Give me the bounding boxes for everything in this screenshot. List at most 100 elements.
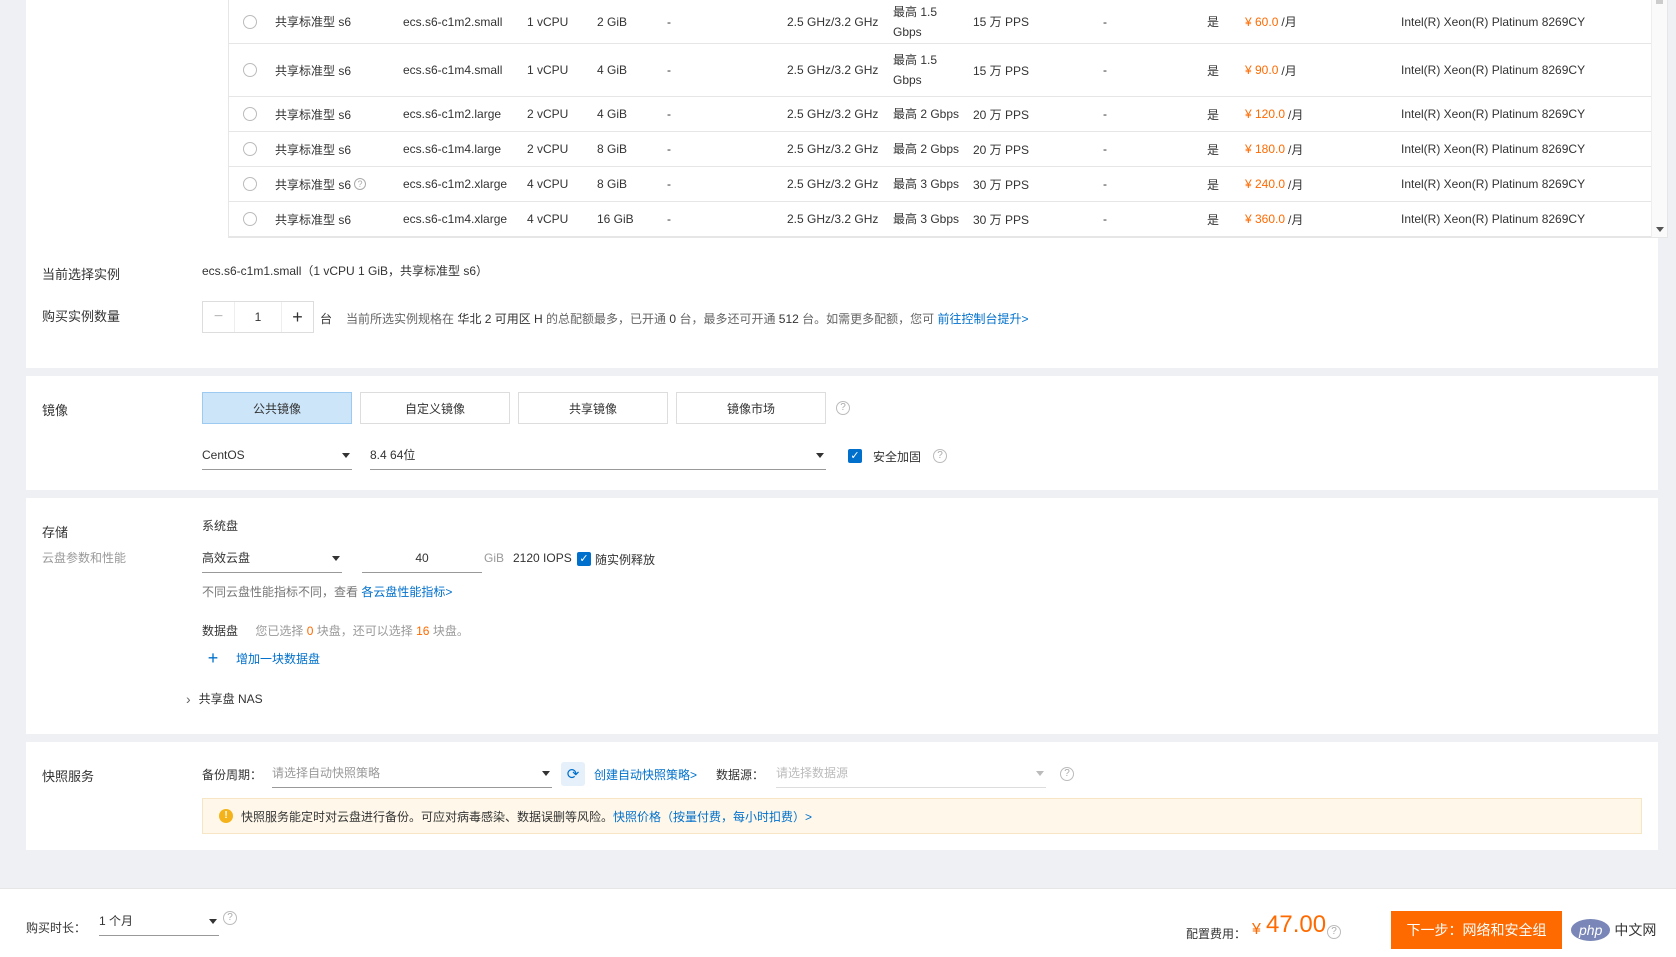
- price-unit: /月: [1281, 15, 1297, 29]
- storage-sublabel: 云盘参数和性能: [42, 551, 127, 565]
- data-disk-selected: 0: [306, 624, 314, 638]
- pps-cell: 20 万 PPS: [973, 142, 1030, 157]
- disk-size-value: 40: [415, 550, 429, 565]
- chevron-down-icon: [1036, 771, 1044, 776]
- price-value: ¥ 90.0: [1245, 63, 1279, 77]
- vcpu-column: 2 vCPU: [527, 132, 568, 166]
- freq-column: 2.5 GHz/3.2 GHz: [787, 167, 878, 201]
- current-instance-value: ecs.s6-c1m1.small（1 vCPU 1 GiB，共享标准型 s6）: [202, 264, 489, 278]
- table-row[interactable]: 共享标准型 s6? ecs.s6-c1m2.xlarge 4 vCPU 8 GiB - 2…: [229, 167, 1651, 202]
- radio-cell[interactable]: [243, 167, 257, 201]
- radio-cell[interactable]: [243, 44, 257, 96]
- gpu-cell: -: [667, 142, 671, 156]
- row-radio[interactable]: [243, 142, 257, 156]
- data-source-help-icon[interactable]: ?: [1060, 767, 1074, 781]
- table-row[interactable]: 共享标准型 s6 ecs.s6-c1m4.small 1 vCPU 4 GiB - 2.5…: [229, 44, 1651, 97]
- ipv6-column: -: [1103, 97, 1107, 131]
- add-data-disk-button[interactable]: + 增加一块数据盘: [202, 647, 320, 669]
- snapshot-price-link[interactable]: 快照价格（按量付费，每小时扣费）>: [613, 808, 812, 825]
- perf-link[interactable]: 各云盘性能指标>: [361, 585, 452, 599]
- radio-cell[interactable]: [243, 132, 257, 166]
- ipv6-cell: -: [1103, 63, 1107, 77]
- vcpu-column: 2 vCPU: [527, 97, 568, 131]
- pps-cell: 20 万 PPS: [973, 107, 1030, 122]
- data-disk-left: 16: [416, 624, 430, 638]
- table-row[interactable]: 共享标准型 s6 ecs.s6-c1m2.small 1 vCPU 2 GiB - 2.5…: [229, 0, 1651, 44]
- support-column: 是: [1207, 0, 1219, 43]
- data-disk-mid: 块盘，还可以选择: [316, 624, 413, 638]
- gpu-column: -: [667, 132, 671, 166]
- radio-cell[interactable]: [243, 97, 257, 131]
- data-source-select[interactable]: 请选择数据源: [776, 758, 1046, 788]
- refresh-button[interactable]: ⟳: [561, 762, 585, 786]
- freq-column: 2.5 GHz/3.2 GHz: [787, 0, 878, 43]
- security-help-icon[interactable]: ?: [933, 449, 947, 463]
- price-unit: /月: [1288, 177, 1304, 192]
- next-step-button[interactable]: 下一步：网络和安全组: [1391, 911, 1562, 949]
- scrollbar-thumb[interactable]: [1656, 0, 1663, 4]
- row-radio[interactable]: [243, 63, 257, 77]
- instance-table: 共享标准型 s6 ecs.s6-c1m2.small 1 vCPU 2 GiB - 2.5…: [228, 0, 1668, 238]
- release-checkbox[interactable]: ✓: [577, 552, 591, 566]
- row-radio[interactable]: [243, 14, 257, 29]
- gpu-column: -: [667, 202, 671, 236]
- row-radio[interactable]: [243, 177, 257, 191]
- create-snapshot-policy-link[interactable]: 创建自动快照策略>: [594, 766, 697, 783]
- watermark-php: php: [1571, 919, 1611, 941]
- fee-help-icon[interactable]: ?: [1327, 925, 1341, 939]
- backup-cycle-select[interactable]: 请选择自动快照策略: [272, 758, 552, 788]
- mem-column: 16 GiB: [597, 202, 634, 236]
- mem-cell: 4 GiB: [597, 107, 628, 121]
- spec-column: ecs.s6-c1m2.xlarge: [403, 167, 507, 201]
- image-help-icon[interactable]: ?: [836, 401, 850, 415]
- ipv6-cell: -: [1103, 107, 1107, 121]
- radio-cell[interactable]: [243, 202, 257, 236]
- pps-cell: 30 万 PPS: [973, 177, 1030, 192]
- tab-shared-image[interactable]: 共享镜像: [518, 392, 668, 424]
- security-checkbox[interactable]: ✓: [848, 449, 862, 463]
- tab-custom-image[interactable]: 自定义镜像: [360, 392, 510, 424]
- table-row[interactable]: 共享标准型 s6 ecs.s6-c1m4.large 2 vCPU 8 GiB - 2.5…: [229, 132, 1651, 167]
- gpu-cell: -: [667, 63, 671, 77]
- freq-cell: 2.5 GHz/3.2 GHz: [787, 63, 879, 77]
- version-select[interactable]: 8.4 64位: [370, 440, 826, 470]
- pps-column: 30 万 PPS: [973, 202, 1029, 236]
- gpu-column: -: [667, 44, 671, 96]
- spec-cell: ecs.s6-c1m2.small: [403, 14, 503, 29]
- snapshot-label: 快照服务: [42, 769, 95, 784]
- row-radio[interactable]: [243, 212, 257, 226]
- quantity-plus-button[interactable]: +: [281, 302, 313, 332]
- perf-note: 不同云盘性能指标不同，查看 各云盘性能指标>: [202, 583, 452, 600]
- row-radio[interactable]: [243, 107, 257, 121]
- disk-size-input[interactable]: 40: [362, 543, 482, 573]
- plus-icon: +: [207, 648, 219, 668]
- tab-image-market[interactable]: 镜像市场: [676, 392, 826, 424]
- refresh-icon: ⟳: [566, 766, 580, 783]
- os-select[interactable]: CentOS: [202, 440, 352, 470]
- radio-cell[interactable]: [243, 0, 257, 43]
- quota-increase-link[interactable]: 前往控制台提升>: [938, 312, 1029, 326]
- disk-type-select[interactable]: 高效云盘: [202, 543, 342, 573]
- storage-label: 存储: [42, 525, 69, 540]
- quantity-minus-button[interactable]: −: [203, 302, 235, 332]
- tab-public-image[interactable]: 公共镜像: [202, 392, 352, 424]
- duration-help-icon[interactable]: ?: [223, 911, 237, 925]
- duration-select[interactable]: 1 个月: [99, 906, 219, 936]
- ipv6-cell: -: [1103, 177, 1107, 191]
- family-column: 共享标准型 s6: [275, 97, 351, 131]
- price-cell: ¥ 60.0/月: [1245, 0, 1297, 43]
- table-row[interactable]: 共享标准型 s6 ecs.s6-c1m4.xlarge 4 vCPU 16 GiB - 2…: [229, 202, 1651, 237]
- table-row[interactable]: 共享标准型 s6 ecs.s6-c1m2.large 2 vCPU 4 GiB - 2.5…: [229, 97, 1651, 132]
- release-label: 随实例释放: [595, 553, 656, 567]
- table-scrollbar[interactable]: [1651, 0, 1667, 237]
- quantity-stepper[interactable]: − 1 +: [202, 301, 314, 333]
- support-cell: 是: [1207, 177, 1220, 192]
- mem-column: 8 GiB: [597, 132, 627, 166]
- spec-cell: ecs.s6-c1m2.xlarge: [403, 177, 508, 191]
- help-icon[interactable]: ?: [354, 178, 367, 190]
- nas-toggle[interactable]: › 共享盘 NAS: [186, 690, 263, 707]
- family-cell: 共享标准型 s6: [275, 15, 352, 29]
- quantity-input[interactable]: 1: [235, 302, 281, 332]
- scroll-down-icon[interactable]: [1656, 227, 1664, 232]
- ipv6-column: -: [1103, 0, 1107, 43]
